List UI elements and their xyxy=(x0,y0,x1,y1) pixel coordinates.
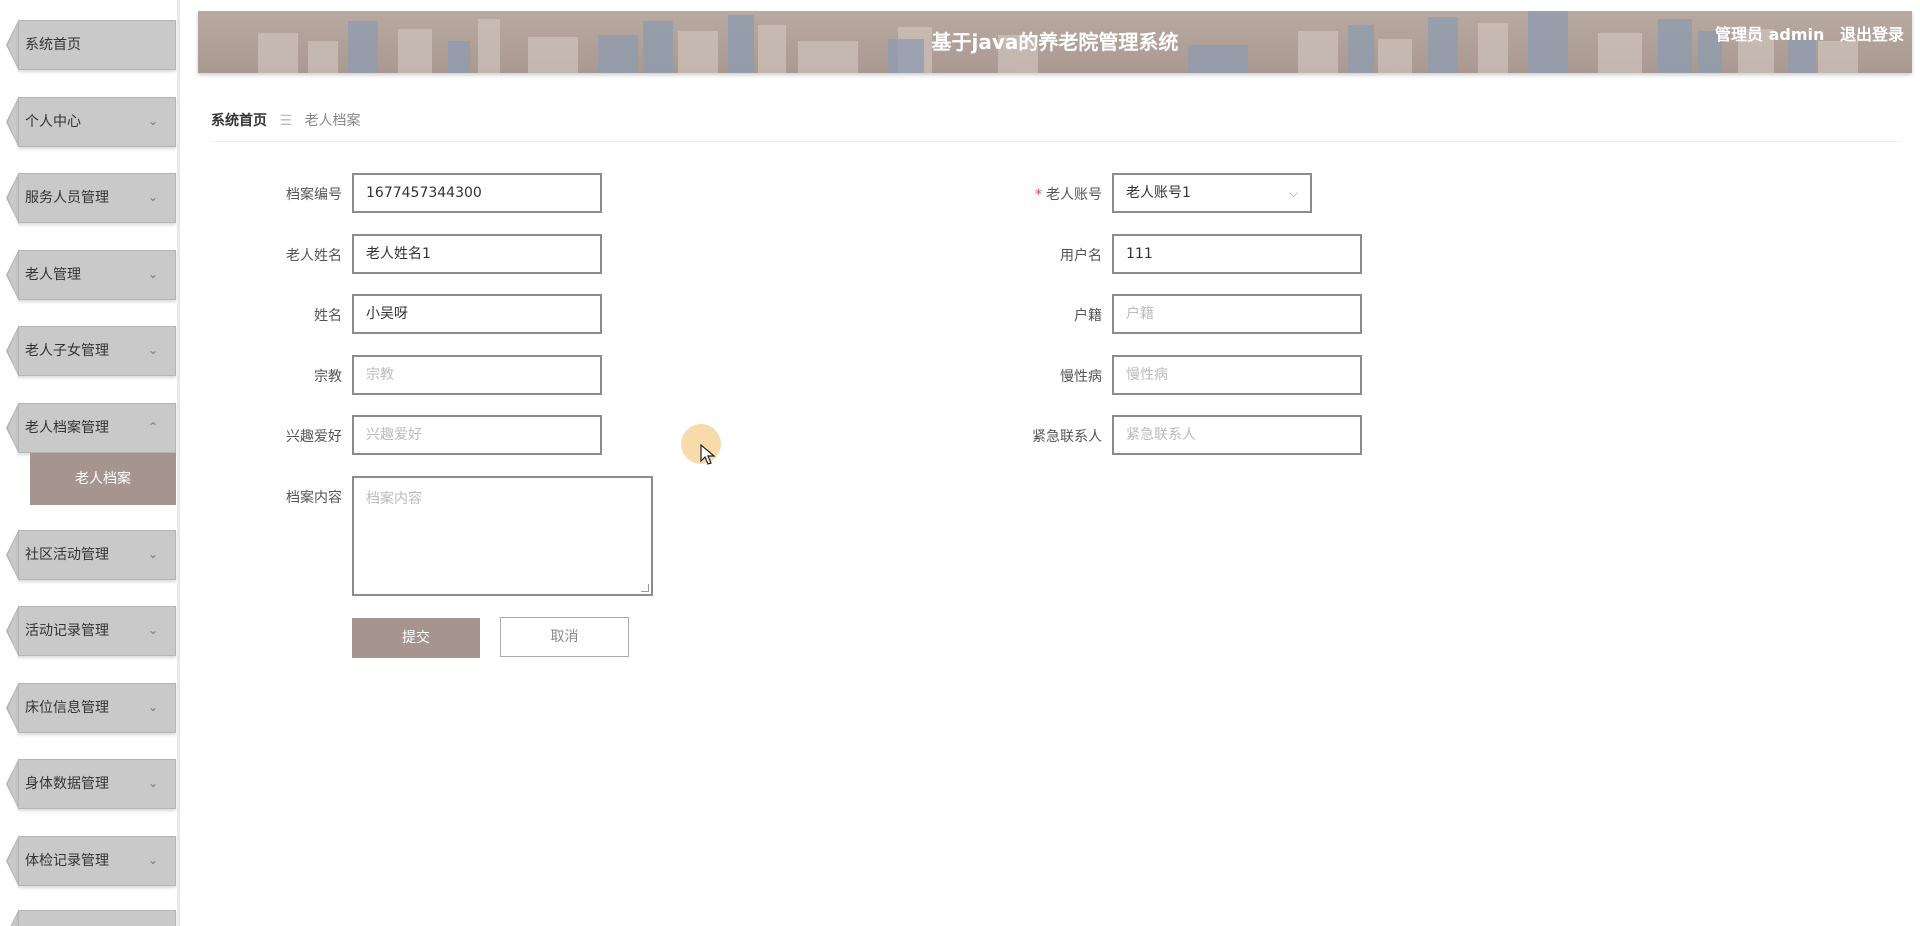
header-user-area: 管理员 admin 退出登录 xyxy=(1705,11,1904,59)
household-label: 户籍 xyxy=(1074,308,1102,324)
breadcrumb-home[interactable]: 系统首页 xyxy=(211,113,267,129)
app-title: 基于java的养老院管理系统 xyxy=(931,30,1179,54)
archive-no-label: 档案编号 xyxy=(286,187,342,203)
breadcrumb: 系统首页 ☰ 老人档案 xyxy=(211,110,360,130)
sidebar-item-label: 活动记录管理 xyxy=(25,623,109,639)
elder-account-value: 老人账号1 xyxy=(1126,185,1191,201)
sidebar-item-label: 老人管理 xyxy=(25,267,81,283)
household-input[interactable]: 户籍 xyxy=(1112,294,1362,334)
divider xyxy=(211,141,1901,142)
username-input[interactable]: 111 xyxy=(1112,234,1362,274)
content-label: 档案内容 xyxy=(286,490,342,506)
chevron-down-icon: ⌄ xyxy=(147,853,158,867)
hobby-label: 兴趣爱好 xyxy=(286,429,342,445)
username-label: 用户名 xyxy=(1060,248,1102,264)
sidebar-item-staff[interactable]: 服务人员管理 ⌄ xyxy=(6,172,176,224)
emergency-label: 紧急联系人 xyxy=(1032,429,1102,445)
emergency-input[interactable]: 紧急联系人 xyxy=(1112,415,1362,455)
required-asterisk: * xyxy=(1035,187,1042,203)
chronic-input[interactable]: 慢性病 xyxy=(1112,355,1362,395)
sidebar-item-label: 系统首页 xyxy=(25,37,81,53)
sidebar-item-community-activity[interactable]: 社区活动管理 ⌄ xyxy=(6,529,176,581)
sidebar-item-label: 床位信息管理 xyxy=(25,700,109,716)
sidebar-item-checkup[interactable]: 体检记录管理 ⌄ xyxy=(6,835,176,887)
sidebar-item-label: 服务人员管理 xyxy=(25,190,109,206)
user-role-label: 管理员 admin xyxy=(1715,25,1825,44)
resize-handle-icon[interactable] xyxy=(641,584,649,592)
archive-no-input[interactable]: 1677457344300 xyxy=(352,173,602,213)
chevron-down-icon: ⌄ xyxy=(147,114,158,128)
cancel-button[interactable]: 取消 xyxy=(500,617,629,657)
sidebar-item-label: 老人档案管理 xyxy=(25,420,109,436)
chevron-down-icon: ⌄ xyxy=(147,623,158,637)
name-input[interactable]: 小吴呀 xyxy=(352,294,602,334)
elder-account-label: * 老人账号 xyxy=(1035,187,1102,203)
sidebar-item-beds[interactable]: 床位信息管理 ⌄ xyxy=(6,682,176,734)
sidebar-item-body-data[interactable]: 身体数据管理 ⌄ xyxy=(6,758,176,810)
chevron-down-icon: ⌄ xyxy=(147,547,158,561)
sidebar-item-home[interactable]: 系统首页 xyxy=(6,19,176,71)
sidebar-item-label: 体检记录管理 xyxy=(25,853,109,869)
top-header: 基于java的养老院管理系统 管理员 admin 退出登录 xyxy=(198,11,1912,73)
name-label: 姓名 xyxy=(314,308,342,324)
sidebar-item-label: 社区活动管理 xyxy=(25,547,109,563)
chevron-down-icon: ⌄ xyxy=(147,343,158,357)
breadcrumb-separator-icon: ☰ xyxy=(279,113,293,129)
chevron-down-icon: ⌄ xyxy=(147,700,158,714)
sidebar-item-personal-center[interactable]: 个人中心 ⌄ xyxy=(6,96,176,148)
chevron-up-icon: ⌃ xyxy=(147,420,158,434)
sidebar-item-children[interactable]: 老人子女管理 ⌄ xyxy=(6,325,176,377)
elder-account-select[interactable]: 老人账号1 ⌵ xyxy=(1112,173,1312,213)
chronic-label: 慢性病 xyxy=(1060,369,1102,385)
breadcrumb-current: 老人档案 xyxy=(304,113,361,129)
sidebar-item-label: 老人子女管理 xyxy=(25,343,109,359)
content-placeholder: 档案内容 xyxy=(366,491,422,507)
mouse-cursor-icon xyxy=(700,444,716,465)
religion-label: 宗教 xyxy=(314,369,342,385)
sidebar-item-label: 个人中心 xyxy=(25,114,81,130)
logout-link[interactable]: 退出登录 xyxy=(1840,25,1904,44)
chevron-down-icon: ⌄ xyxy=(147,776,158,790)
sidebar: 系统首页 个人中心 ⌄ 服务人员管理 ⌄ 老人管理 ⌄ 老人子女管理 ⌄ 老人档… xyxy=(0,0,180,926)
elder-name-input[interactable]: 老人姓名1 xyxy=(352,234,602,274)
sidebar-subitem-elder-archive[interactable]: 老人档案 xyxy=(30,453,176,505)
sidebar-item-activity-records[interactable]: 活动记录管理 ⌄ xyxy=(6,605,176,657)
chevron-down-icon: ⌵ xyxy=(1288,186,1298,200)
hobby-input[interactable]: 兴趣爱好 xyxy=(352,415,602,455)
elder-name-label: 老人姓名 xyxy=(286,248,342,264)
chevron-down-icon: ⌄ xyxy=(147,190,158,204)
sidebar-item-more[interactable] xyxy=(6,909,176,926)
sidebar-item-label: 身体数据管理 xyxy=(25,776,109,792)
sidebar-item-elders[interactable]: 老人管理 ⌄ xyxy=(6,249,176,301)
religion-input[interactable]: 宗教 xyxy=(352,355,602,395)
chevron-down-icon: ⌄ xyxy=(147,267,158,281)
sidebar-item-archives[interactable]: 老人档案管理 ⌃ xyxy=(6,402,176,454)
content-textarea[interactable]: 档案内容 xyxy=(352,476,653,596)
submit-button[interactable]: 提交 xyxy=(352,618,480,658)
